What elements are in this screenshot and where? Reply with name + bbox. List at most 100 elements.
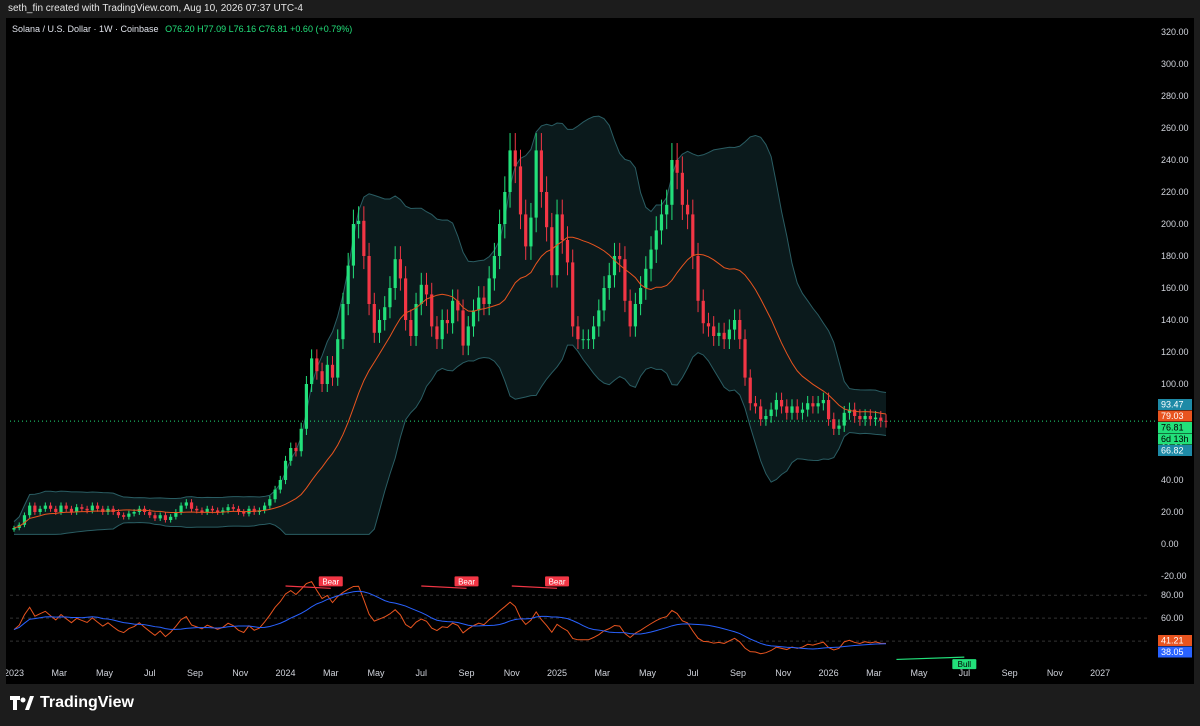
candle-body [816, 403, 820, 407]
candle-body [393, 259, 397, 288]
candle-body [283, 460, 288, 480]
candle-body [764, 416, 768, 420]
time-tick-label: Nov [232, 668, 249, 678]
candle-body [184, 502, 188, 506]
candle-body [618, 256, 622, 260]
candle-body [95, 505, 100, 509]
candle-body [461, 310, 465, 346]
price-chart[interactable]: -20.00 0.00 20.00 40.00 60.00 80.00 100.00 120.… [6, 18, 1194, 684]
candle-body [106, 508, 110, 512]
candle-body [659, 214, 664, 231]
time-tick-label: Sep [730, 668, 746, 678]
candle-body [769, 409, 773, 416]
candle-body [832, 419, 836, 429]
candle-body [633, 304, 637, 327]
price-tick-label: 280.00 [1161, 91, 1189, 101]
candle-body [169, 516, 173, 520]
chart-credit: seth_fin created with TradingView.com, A… [8, 3, 303, 14]
tradingview-logo-icon [10, 696, 34, 710]
price-badge: 6d 13h [1158, 433, 1192, 445]
candle-body [753, 403, 758, 407]
candle-body [430, 294, 434, 327]
candle-body [440, 320, 444, 340]
candle-body [43, 505, 47, 509]
candle-body [336, 339, 340, 378]
divergence-label: Bear [322, 577, 339, 586]
divergence-line [896, 656, 965, 661]
candle-body [722, 332, 726, 340]
ohlc-values: O76.20 H77.09 L76.16 C76.81 +0.60 (+0.79… [165, 24, 353, 34]
candle-body [59, 505, 63, 512]
candle-body [325, 364, 329, 384]
time-tick-label: 2027 [1090, 668, 1110, 678]
candle-body [346, 265, 350, 304]
candle-body [800, 409, 805, 413]
candle-body [513, 150, 517, 167]
chart-frame[interactable]: Solana / U.S. Dollar · 1W · Coinbase O76… [6, 18, 1194, 684]
chart-credit-bar: seth_fin created with TradingView.com, A… [0, 0, 1200, 18]
price-tick-label: 220.00 [1161, 187, 1189, 197]
time-tick-label: Nov [504, 668, 521, 678]
candle-body [90, 505, 94, 511]
price-badge-label: 6d 13h [1161, 434, 1189, 444]
candle-body [779, 400, 784, 407]
time-tick-label: Jul [416, 668, 428, 678]
candle-body [774, 400, 778, 410]
price-badge-label: 79.03 [1161, 411, 1184, 421]
price-badge: 66.82 [1158, 445, 1192, 456]
candle-body [148, 512, 152, 516]
divergence-line [511, 585, 558, 589]
candle-body [591, 326, 596, 340]
price-tick-label: 140.00 [1161, 315, 1189, 325]
candle-body [54, 508, 58, 512]
candle-body [242, 512, 246, 514]
time-tick-label: May [911, 668, 929, 678]
candle-body [163, 515, 168, 520]
candle-body [122, 515, 126, 517]
candle-body [727, 329, 731, 340]
candle-body [534, 150, 538, 218]
candle-body [398, 259, 402, 279]
candle-body [759, 406, 763, 420]
candle-body [278, 480, 282, 490]
candle-body [524, 214, 528, 247]
candle-body [304, 384, 309, 429]
candle-body [837, 425, 841, 429]
footer: TradingView [0, 684, 1200, 726]
candle-body [38, 508, 42, 512]
rsi-tick-label: 80.00 [1161, 590, 1184, 600]
candle-body [75, 507, 79, 512]
candle-body [158, 515, 162, 519]
rsi-badge-label: 41.21 [1161, 636, 1184, 646]
candle-body [482, 297, 486, 304]
candle-body [842, 412, 846, 426]
candle-body [492, 256, 496, 279]
candle-body [670, 160, 674, 205]
candle-body [565, 240, 570, 263]
candle-body [785, 406, 789, 413]
price-tick-label: 240.00 [1161, 155, 1189, 165]
candle-body [607, 275, 611, 288]
candle-body [529, 217, 533, 247]
tradingview-logo[interactable]: TradingView [10, 694, 134, 712]
price-tick-label: 40.00 [1161, 475, 1184, 485]
candle-body [680, 172, 684, 205]
candle-body [216, 510, 220, 512]
candle-body [200, 510, 204, 512]
price-badge: 93.47 [1158, 399, 1192, 410]
candle-body [372, 304, 376, 333]
tradingview-brand: TradingView [40, 694, 134, 711]
candle-body [273, 489, 277, 500]
candle-body [33, 505, 37, 512]
candle-body [884, 420, 888, 422]
candle-body [210, 508, 215, 511]
candle-body [231, 507, 235, 509]
candle-body [717, 332, 721, 336]
candle-body [879, 417, 883, 421]
candle-body [445, 320, 449, 324]
candle-body [289, 448, 293, 461]
candle-body [28, 505, 32, 516]
candle-body [654, 230, 658, 250]
candle-body [80, 507, 84, 509]
candle-body [205, 508, 209, 512]
